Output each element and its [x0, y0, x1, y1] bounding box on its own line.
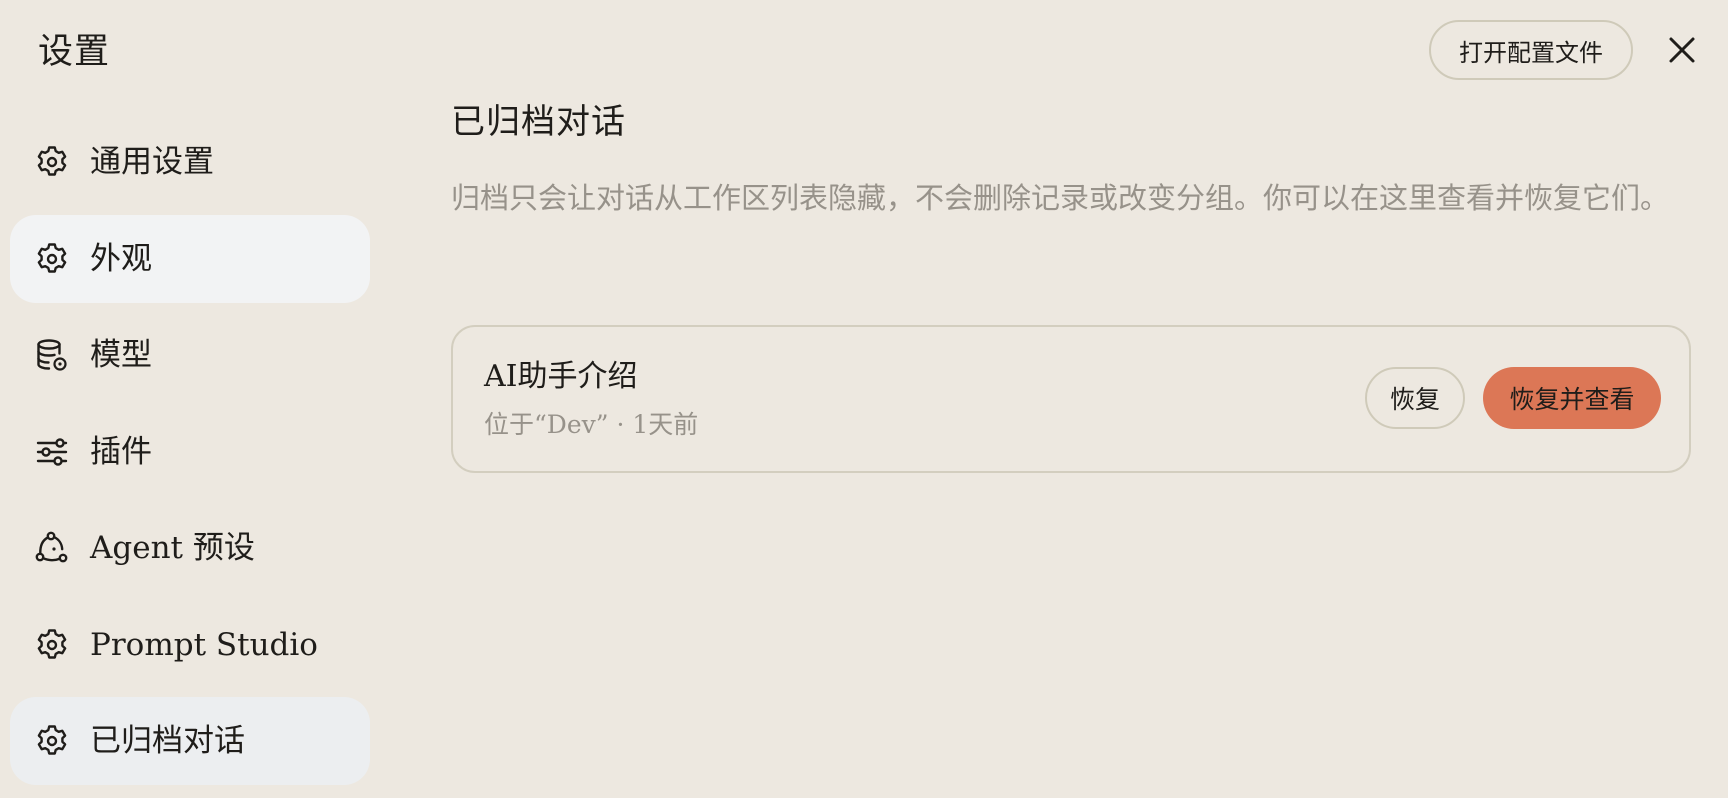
- settings-sidebar: 通用设置 外观 模型 插件 Agent 预设 Prompt Studio 已归档…: [10, 118, 370, 794]
- sidebar-item-label: 已归档对话: [90, 723, 245, 759]
- gear-icon: [34, 241, 70, 277]
- sidebar-item-label: 插件: [90, 433, 152, 470]
- sidebar-item-general[interactable]: 通用设置: [10, 118, 370, 206]
- sidebar-item-label: 通用设置: [90, 144, 214, 180]
- sidebar-item-label: Agent 预设: [90, 530, 255, 566]
- database-gear-icon: [34, 337, 70, 373]
- sidebar-item-label: Prompt Studio: [90, 626, 318, 663]
- restore-and-view-button[interactable]: 恢复并查看: [1483, 367, 1661, 429]
- conversation-title: AI助手介绍: [484, 359, 638, 394]
- conversation-meta: 位于“Dev” · 1天前: [484, 410, 699, 439]
- page-title: 已归档对话: [451, 102, 626, 142]
- open-config-button[interactable]: 打开配置文件: [1429, 20, 1633, 80]
- sidebar-item-appearance[interactable]: 外观: [10, 214, 370, 303]
- page-description: 归档只会让对话从工作区列表隐藏，不会删除记录或改变分组。你可以在这里查看并恢复它…: [451, 181, 1670, 215]
- sidebar-item-agent-presets[interactable]: Agent 预设: [10, 504, 370, 592]
- archived-conversation-card: AI助手介绍 位于“Dev” · 1天前 恢复 恢复并查看: [451, 325, 1691, 473]
- gear-icon: [34, 144, 70, 180]
- gear-icon: [34, 627, 70, 663]
- gear-icon: [34, 723, 70, 759]
- sidebar-item-label: 外观: [90, 240, 152, 277]
- agent-network-icon: [34, 530, 70, 566]
- sidebar-item-label: 模型: [90, 337, 152, 373]
- settings-title: 设置: [38, 32, 111, 72]
- restore-button[interactable]: 恢复: [1365, 367, 1465, 429]
- sidebar-item-prompt-studio[interactable]: Prompt Studio: [10, 601, 370, 689]
- sidebar-item-models[interactable]: 模型: [10, 311, 370, 399]
- sliders-icon: [34, 434, 70, 470]
- sidebar-item-archived[interactable]: 已归档对话: [10, 697, 370, 785]
- close-icon: [1669, 37, 1695, 63]
- close-button[interactable]: [1660, 28, 1704, 72]
- sidebar-item-plugins[interactable]: 插件: [10, 408, 370, 496]
